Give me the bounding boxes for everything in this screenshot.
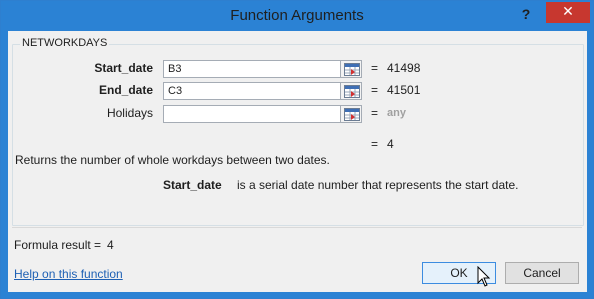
function-arguments-dialog: Function Arguments ? ✕ NETWORKDAYS Start… [0,0,594,299]
start-date-input[interactable]: B3 [163,60,353,78]
function-name: NETWORKDAYS [20,37,110,49]
arguments-group: NETWORKDAYS Start_date B3 = 41498 End_da… [12,37,584,226]
end-date-input[interactable]: C3 [163,82,353,100]
dialog-body: NETWORKDAYS Start_date B3 = 41498 End_da… [8,31,587,292]
arg-help-name: Start_date [163,178,222,192]
overall-result: 4 [387,137,394,151]
holidays-input[interactable] [163,105,353,123]
holidays-result: any [387,107,406,119]
cancel-button[interactable]: Cancel [505,262,579,284]
end-date-equals: = [371,83,379,97]
start-date-ref-button[interactable] [340,60,362,78]
separator [12,227,582,228]
collapse-dialog-icon [344,63,360,76]
end-date-result: 41501 [387,83,421,97]
formula-result-label: Formula result = [14,238,102,252]
help-on-function-link[interactable]: Help on this function [14,267,123,281]
start-date-equals: = [371,61,379,75]
dialog-title: Function Arguments [230,7,364,24]
help-button[interactable]: ? [517,5,535,25]
holidays-label: Holidays [106,106,153,120]
mouse-pointer-icon [477,266,491,287]
arg-help-text: is a serial date number that represents … [237,178,519,192]
title-bar[interactable]: Function Arguments ? ✕ [1,1,593,32]
function-description: Returns the number of whole workdays bet… [15,153,330,167]
collapse-dialog-icon [344,85,360,98]
formula-result-value: 4 [107,238,114,252]
end-date-ref-button[interactable] [340,82,362,100]
close-button[interactable]: ✕ [546,2,590,23]
overall-equals: = [371,137,379,151]
start-date-result: 41498 [387,61,421,75]
start-date-label: Start_date [94,61,153,75]
holidays-equals: = [371,106,379,120]
holidays-ref-button[interactable] [340,105,362,123]
collapse-dialog-icon [344,108,360,121]
end-date-label: End_date [98,83,153,97]
